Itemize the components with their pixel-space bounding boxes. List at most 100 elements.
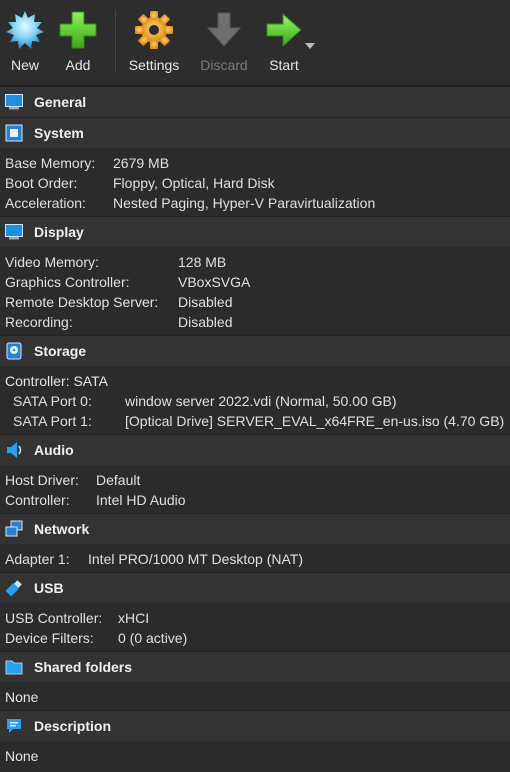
row-key: Adapter 1: <box>5 551 70 567</box>
display-monitor-icon <box>5 223 23 241</box>
usb-icon <box>5 579 23 597</box>
row-value: VBoxSVGA <box>178 274 251 290</box>
new-button[interactable]: New <box>3 0 47 73</box>
info-row: Boot Order: Floppy, Optical, Hard Disk <box>5 173 510 193</box>
info-row: SATA Port 0: window server 2022.vdi (Norm… <box>5 391 510 411</box>
row-value: 2679 MB <box>113 155 170 171</box>
row-key: Video Memory: <box>5 254 99 270</box>
section-title: General <box>34 94 87 110</box>
row-key: Boot Order: <box>5 175 78 191</box>
info-row: Graphics Controller: VBoxSVGA <box>5 272 510 292</box>
row-value: Default <box>96 472 141 488</box>
section-usb-body: USB Controller: xHCI Device Filters: 0 (0 … <box>0 603 510 651</box>
section-display-header[interactable]: Display <box>0 216 510 247</box>
row-key: Controller: <box>5 492 70 508</box>
section-title: Audio <box>34 442 74 458</box>
new-label: New <box>10 57 39 73</box>
row-key: Base Memory: <box>5 155 96 171</box>
start-dropdown-icon[interactable] <box>305 36 315 52</box>
add-label: Add <box>65 57 91 73</box>
info-row: Base Memory: 2679 MB <box>5 153 510 173</box>
add-button[interactable]: Add <box>55 0 101 73</box>
section-title: Storage <box>34 343 87 359</box>
info-row: Adapter 1: Intel PRO/1000 MT Desktop (NAT… <box>5 549 510 569</box>
speaker-icon <box>5 441 23 459</box>
monitor-icon <box>5 93 23 111</box>
hard-disk-icon <box>5 342 23 360</box>
row-value: window server 2022.vdi (Normal, 50.00 GB… <box>125 393 397 409</box>
section-title: USB <box>34 580 64 596</box>
network-icon <box>5 520 23 538</box>
info-row: Host Driver: Default <box>5 470 510 490</box>
section-storage-body: Controller: SATA SATA Port 0: window serv… <box>0 366 510 434</box>
section-title: System <box>34 125 84 141</box>
section-network-body: Adapter 1: Intel PRO/1000 MT Desktop (NAT… <box>0 544 510 572</box>
row-key: SATA Port 1: <box>13 413 92 429</box>
info-row: Acceleration: Nested Paging, Hyper-V Para… <box>5 193 510 213</box>
row-key: Device Filters: <box>5 630 94 646</box>
add-icon <box>56 8 100 52</box>
section-system-body: Base Memory: 2679 MB Boot Order: Floppy, O… <box>0 148 510 216</box>
gear-icon <box>132 8 176 52</box>
section-title: Network <box>34 521 90 537</box>
controller-label: Controller: SATA <box>5 373 108 389</box>
section-title: Display <box>34 224 84 240</box>
settings-label: Settings <box>128 57 180 73</box>
row-key: Host Driver: <box>5 472 79 488</box>
row-key: Recording: <box>5 314 73 330</box>
info-row: USB Controller: xHCI <box>5 608 510 628</box>
start-arrow-right-icon <box>262 8 306 52</box>
discard-button[interactable]: Discard <box>196 0 252 73</box>
section-description-body: None <box>0 741 510 769</box>
row-value: None <box>5 748 39 764</box>
chip-icon <box>5 124 23 142</box>
row-value: Nested Paging, Hyper-V Paravirtualizatio… <box>113 195 376 211</box>
section-display-body: Video Memory: 128 MB Graphics Controller:… <box>0 247 510 335</box>
info-row: None <box>5 746 510 766</box>
row-key: Acceleration: <box>5 195 86 211</box>
section-shared-folders-header[interactable]: Shared folders <box>0 651 510 682</box>
section-audio-body: Host Driver: Default Controller: Intel HD … <box>0 465 510 513</box>
row-value: None <box>5 689 39 705</box>
toolbar-separator <box>115 10 116 72</box>
row-key: SATA Port 0: <box>13 393 92 409</box>
section-usb-header[interactable]: USB <box>0 572 510 603</box>
folder-icon <box>5 658 23 676</box>
row-key: Remote Desktop Server: <box>5 294 159 310</box>
row-value: [Optical Drive] SERVER_EVAL_x64FRE_en-us… <box>125 413 505 429</box>
section-title: Description <box>34 718 112 734</box>
section-storage-header[interactable]: Storage <box>0 335 510 366</box>
section-description-header[interactable]: Description <box>0 710 510 741</box>
section-system-header[interactable]: System <box>0 117 510 148</box>
settings-button[interactable]: Settings <box>124 0 184 73</box>
toolbar: New Add Settings Discard Start <box>0 0 510 86</box>
section-audio-header[interactable]: Audio <box>0 434 510 465</box>
section-network-header[interactable]: Network <box>0 513 510 544</box>
discard-label: Discard <box>200 57 248 73</box>
row-value: Floppy, Optical, Hard Disk <box>113 175 275 191</box>
row-value: Disabled <box>178 314 233 330</box>
row-key: USB Controller: <box>5 610 103 626</box>
section-general-header[interactable]: General <box>0 86 510 117</box>
start-button[interactable]: Start <box>256 0 315 73</box>
info-row: Remote Desktop Server: Disabled <box>5 292 510 312</box>
info-row: Controller: SATA <box>5 371 510 391</box>
info-row: Video Memory: 128 MB <box>5 252 510 272</box>
section-title: Shared folders <box>34 659 133 675</box>
info-row: Recording: Disabled <box>5 312 510 332</box>
row-value: Intel PRO/1000 MT Desktop (NAT) <box>88 551 303 567</box>
new-icon <box>3 8 47 52</box>
row-value: Intel HD Audio <box>96 492 186 508</box>
info-row: None <box>5 687 510 707</box>
info-row: SATA Port 1: [Optical Drive] SERVER_EVAL_… <box>5 411 510 431</box>
speech-bubble-icon <box>5 717 23 735</box>
section-shared-folders-body: None <box>0 682 510 710</box>
start-label: Start <box>269 57 299 73</box>
info-row: Controller: Intel HD Audio <box>5 490 510 510</box>
info-row: Device Filters: 0 (0 active) <box>5 628 510 648</box>
row-value: xHCI <box>118 610 150 626</box>
discard-arrow-down-icon <box>202 8 246 52</box>
row-key: Graphics Controller: <box>5 274 130 290</box>
row-value: 0 (0 active) <box>118 630 188 646</box>
row-value: 128 MB <box>178 254 227 270</box>
